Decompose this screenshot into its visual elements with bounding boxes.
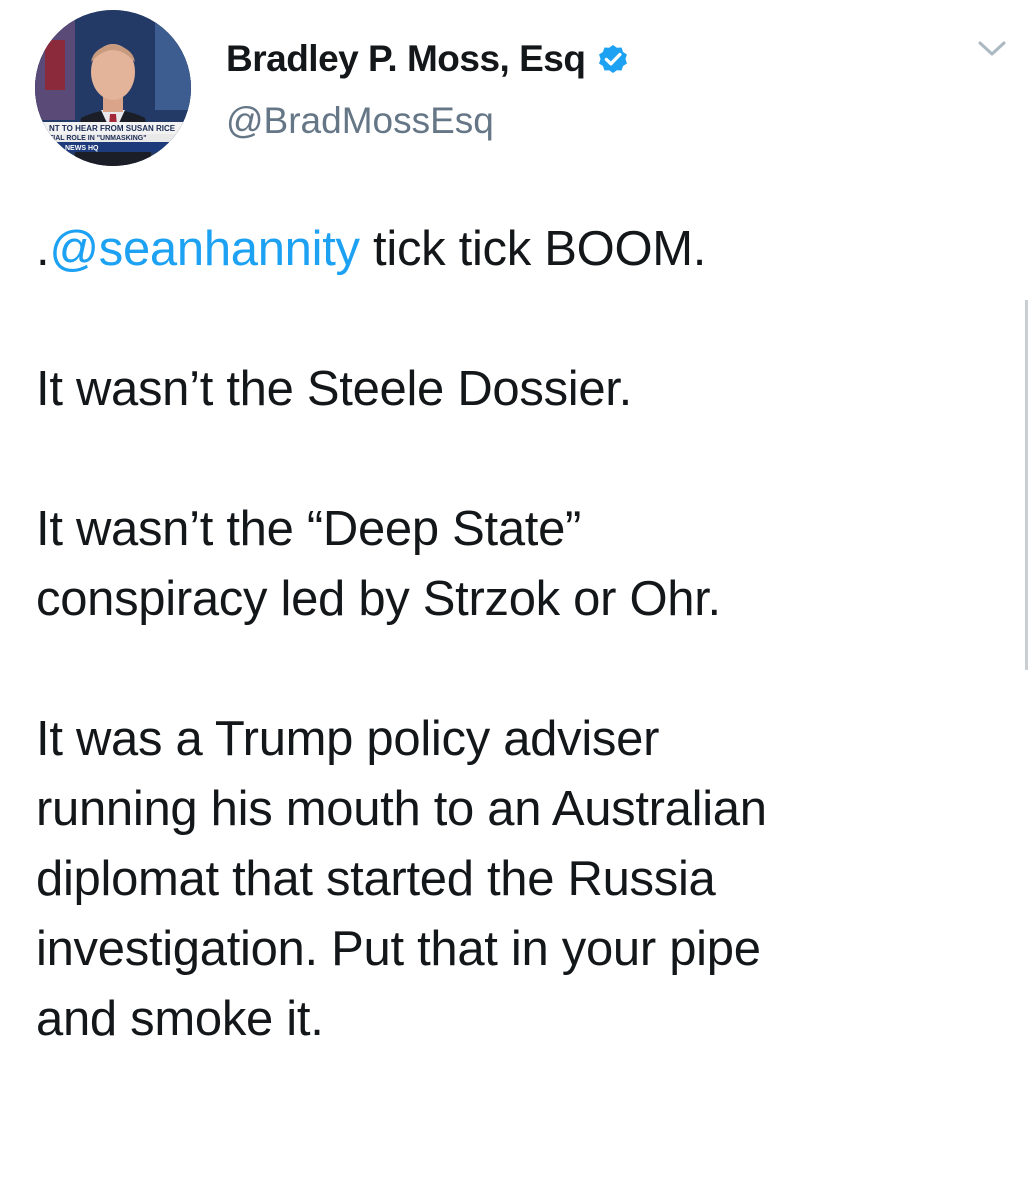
tweet-paragraph-4-line-3: diplomat that started the Russia xyxy=(36,852,716,906)
tweet-paragraph-4-line-1: It was a Trump policy adviser xyxy=(36,712,660,766)
tweet-prefix: . xyxy=(36,222,50,276)
profile-photo: NT TO HEAR FROM SUSAN RICE TIAL ROLE IN … xyxy=(35,10,191,166)
tweet-card: NT TO HEAR FROM SUSAN RICE TIAL ROLE IN … xyxy=(0,0,1028,1200)
chevron-down-icon[interactable] xyxy=(972,34,1012,64)
tweet-paragraph-4-line-4: investigation. Put that in your pipe xyxy=(36,922,761,976)
avatar-caption-1: NT TO HEAR FROM SUSAN RICE xyxy=(49,124,176,133)
verified-badge-icon xyxy=(595,41,631,77)
tweet-paragraph-3-line-1: It wasn’t the “Deep State” xyxy=(36,502,582,556)
author-name-row[interactable]: Bradley P. Moss, Esq xyxy=(226,38,631,80)
avatar-caption-3: NEWS HQ xyxy=(65,145,99,152)
tweet-line-text: tick tick BOOM. xyxy=(359,222,707,276)
author-display-name[interactable]: Bradley P. Moss, Esq xyxy=(226,38,586,80)
tweet-line: .@seanhannity tick tick BOOM. xyxy=(36,214,1011,284)
tweet-paragraph-4-line-5: and smoke it. xyxy=(36,992,324,1046)
mention-link[interactable]: @seanhannity xyxy=(49,222,360,276)
author-handle[interactable]: @BradMossEsq xyxy=(226,100,494,142)
tweet-paragraph-3-line-2: conspiracy led by Strzok or Ohr. xyxy=(36,572,721,626)
tweet-paragraph-4-line-2: running his mouth to an Australian xyxy=(36,782,767,836)
avatar[interactable]: NT TO HEAR FROM SUSAN RICE TIAL ROLE IN … xyxy=(35,10,191,166)
tweet-paragraph-2: It wasn’t the Steele Dossier. xyxy=(36,362,632,416)
avatar-caption-2: TIAL ROLE IN "UNMASKING" xyxy=(49,135,147,142)
tweet-text: .@seanhannity tick tick BOOM. It wasn’t … xyxy=(36,214,1011,1054)
